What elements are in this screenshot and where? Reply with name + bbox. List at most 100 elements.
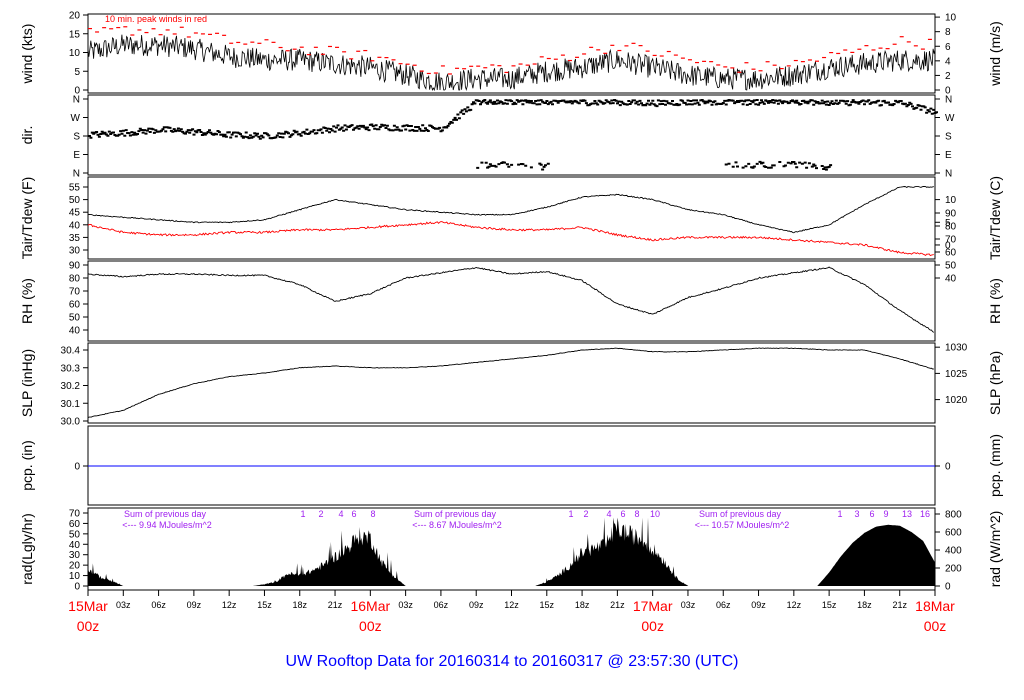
right-tick-label: S — [945, 132, 952, 143]
sun-hour-label: 2 — [583, 509, 588, 519]
right-tick-label: 10 — [945, 195, 957, 206]
right-tick-label: 4 — [945, 56, 951, 67]
y-tick-label: 60 — [69, 300, 81, 311]
right-tick-label: N — [945, 169, 952, 180]
rh-line — [87, 266, 935, 333]
time-tick-label: 03z — [681, 600, 696, 610]
y-tick-label: 70 — [69, 287, 81, 298]
right-tick-label: 40 — [945, 274, 957, 285]
y-tick-label: 20 — [69, 11, 81, 22]
right-tick-label: 80 — [945, 222, 957, 233]
right-tick-label: N — [945, 95, 952, 106]
y-tick-label: 0 — [74, 582, 80, 593]
date-label: 18Mar — [915, 598, 955, 614]
date-hour-label: 00z — [359, 618, 382, 634]
y-axis-label-dir: dir. — [19, 126, 35, 145]
sun-hour-label: 1 — [568, 509, 573, 519]
right-tick-label: 2 — [945, 71, 951, 82]
right-tick-label: 1030 — [945, 343, 968, 354]
right-axis-label-pcp: pcp. (mm) — [987, 434, 1003, 497]
y-tick-label: 40 — [69, 326, 81, 337]
y-tick-label: 30.1 — [61, 399, 81, 410]
slp-line — [87, 347, 934, 419]
time-tick-label: 21z — [892, 600, 907, 610]
sun-hour-label: 4 — [338, 509, 343, 519]
y-tick-label: 5 — [74, 67, 80, 78]
date-label: 16Mar — [350, 598, 390, 614]
chart-title: UW Rooftop Data for 20160314 to 20160317… — [286, 653, 739, 670]
y-tick-label: N — [73, 95, 80, 106]
right-tick-label: E — [945, 150, 952, 161]
panel-frame-slp — [87, 342, 936, 424]
wind-speed-line — [87, 34, 936, 92]
y-tick-label: 30.0 — [61, 417, 81, 428]
y-tick-label: 40 — [69, 220, 81, 231]
sun-hour-label: 10 — [650, 509, 660, 519]
sun-hour-label: 9 — [883, 509, 888, 519]
y-tick-label: S — [73, 132, 80, 143]
y-tick-label: 30.2 — [61, 381, 81, 392]
wind-direction-points — [88, 99, 938, 171]
y-tick-label: 20 — [69, 561, 81, 572]
y-axis-label-slp: SLP (inHg) — [19, 349, 35, 417]
panel-frame-temperature — [87, 176, 936, 260]
y-axis-label-pcp: pcp. (in) — [19, 440, 35, 491]
time-tick-label: 09z — [469, 600, 484, 610]
time-tick-label: 18z — [857, 600, 872, 610]
right-tick-label: 200 — [945, 564, 962, 575]
right-tick-label: 90 — [945, 209, 957, 220]
sun-hour-label: 3 — [854, 509, 859, 519]
right-tick-label: 6 — [945, 42, 951, 53]
right-axis-label-rad: rad (W/m^2) — [987, 511, 1003, 588]
y-tick-label: 0 — [74, 462, 80, 473]
date-label: 17Mar — [633, 598, 673, 614]
daily-sum-value: <--- 8.67 MJoules/m^2 — [412, 520, 502, 530]
right-axis-label-rh: RH (%) — [987, 278, 1003, 324]
panel-frame-rh — [87, 260, 936, 342]
sun-hour-label: 16 — [920, 509, 930, 519]
y-tick-label: 90 — [69, 261, 81, 272]
y-tick-label: 15 — [69, 29, 81, 40]
daily-sum-label: Sum of previous day — [124, 509, 207, 519]
sun-hour-label: 1 — [300, 509, 305, 519]
date-hour-label: 00z — [641, 618, 664, 634]
right-tick-label: 70 — [945, 235, 957, 246]
right-tick-label: W — [945, 113, 955, 124]
right-axis-label-temperature: Tair/Tdew (C) — [987, 176, 1003, 260]
y-axis-label-temperature: Tair/Tdew (F) — [19, 177, 35, 259]
y-tick-label: 45 — [69, 208, 81, 219]
time-tick-label: 12z — [504, 600, 519, 610]
time-tick-label: 18z — [292, 600, 307, 610]
right-tick-label: 1025 — [945, 369, 968, 380]
y-axis-label-rh: RH (%) — [19, 278, 35, 324]
solar-radiation-area — [88, 517, 935, 586]
right-tick-label: 1020 — [945, 395, 968, 406]
y-tick-label: 80 — [69, 274, 81, 285]
time-tick-label: 15z — [540, 600, 555, 610]
y-tick-label: N — [73, 169, 80, 180]
right-tick-label: 400 — [945, 546, 962, 557]
sun-hour-label: 2 — [318, 509, 323, 519]
y-tick-label: 30 — [69, 550, 81, 561]
y-tick-label: 60 — [69, 519, 81, 530]
y-tick-label: W — [71, 113, 81, 124]
y-axis-label-rad: rad(Lgly/hr) — [19, 513, 35, 585]
y-tick-label: 50 — [69, 313, 81, 324]
right-tick-label: 50 — [945, 261, 957, 272]
time-tick-label: 15z — [257, 600, 272, 610]
y-tick-label: 50 — [69, 195, 81, 206]
right-tick-label: 10 — [945, 13, 957, 24]
panel-frame-rad — [87, 507, 936, 591]
y-tick-label: 30 — [69, 246, 81, 257]
right-tick-label: 8 — [945, 27, 951, 38]
right-tick-label: 60 — [945, 248, 957, 259]
y-tick-label: 50 — [69, 529, 81, 540]
y-tick-label: 30.3 — [61, 363, 81, 374]
sun-hour-label: 4 — [606, 509, 611, 519]
time-tick-label: 12z — [787, 600, 802, 610]
right-axis-label-slp: SLP (hPa) — [987, 351, 1003, 415]
daily-sum-label: Sum of previous day — [699, 509, 782, 519]
y-tick-label: 55 — [69, 183, 81, 194]
time-tick-label: 09z — [187, 600, 202, 610]
time-tick-label: 06z — [716, 600, 731, 610]
